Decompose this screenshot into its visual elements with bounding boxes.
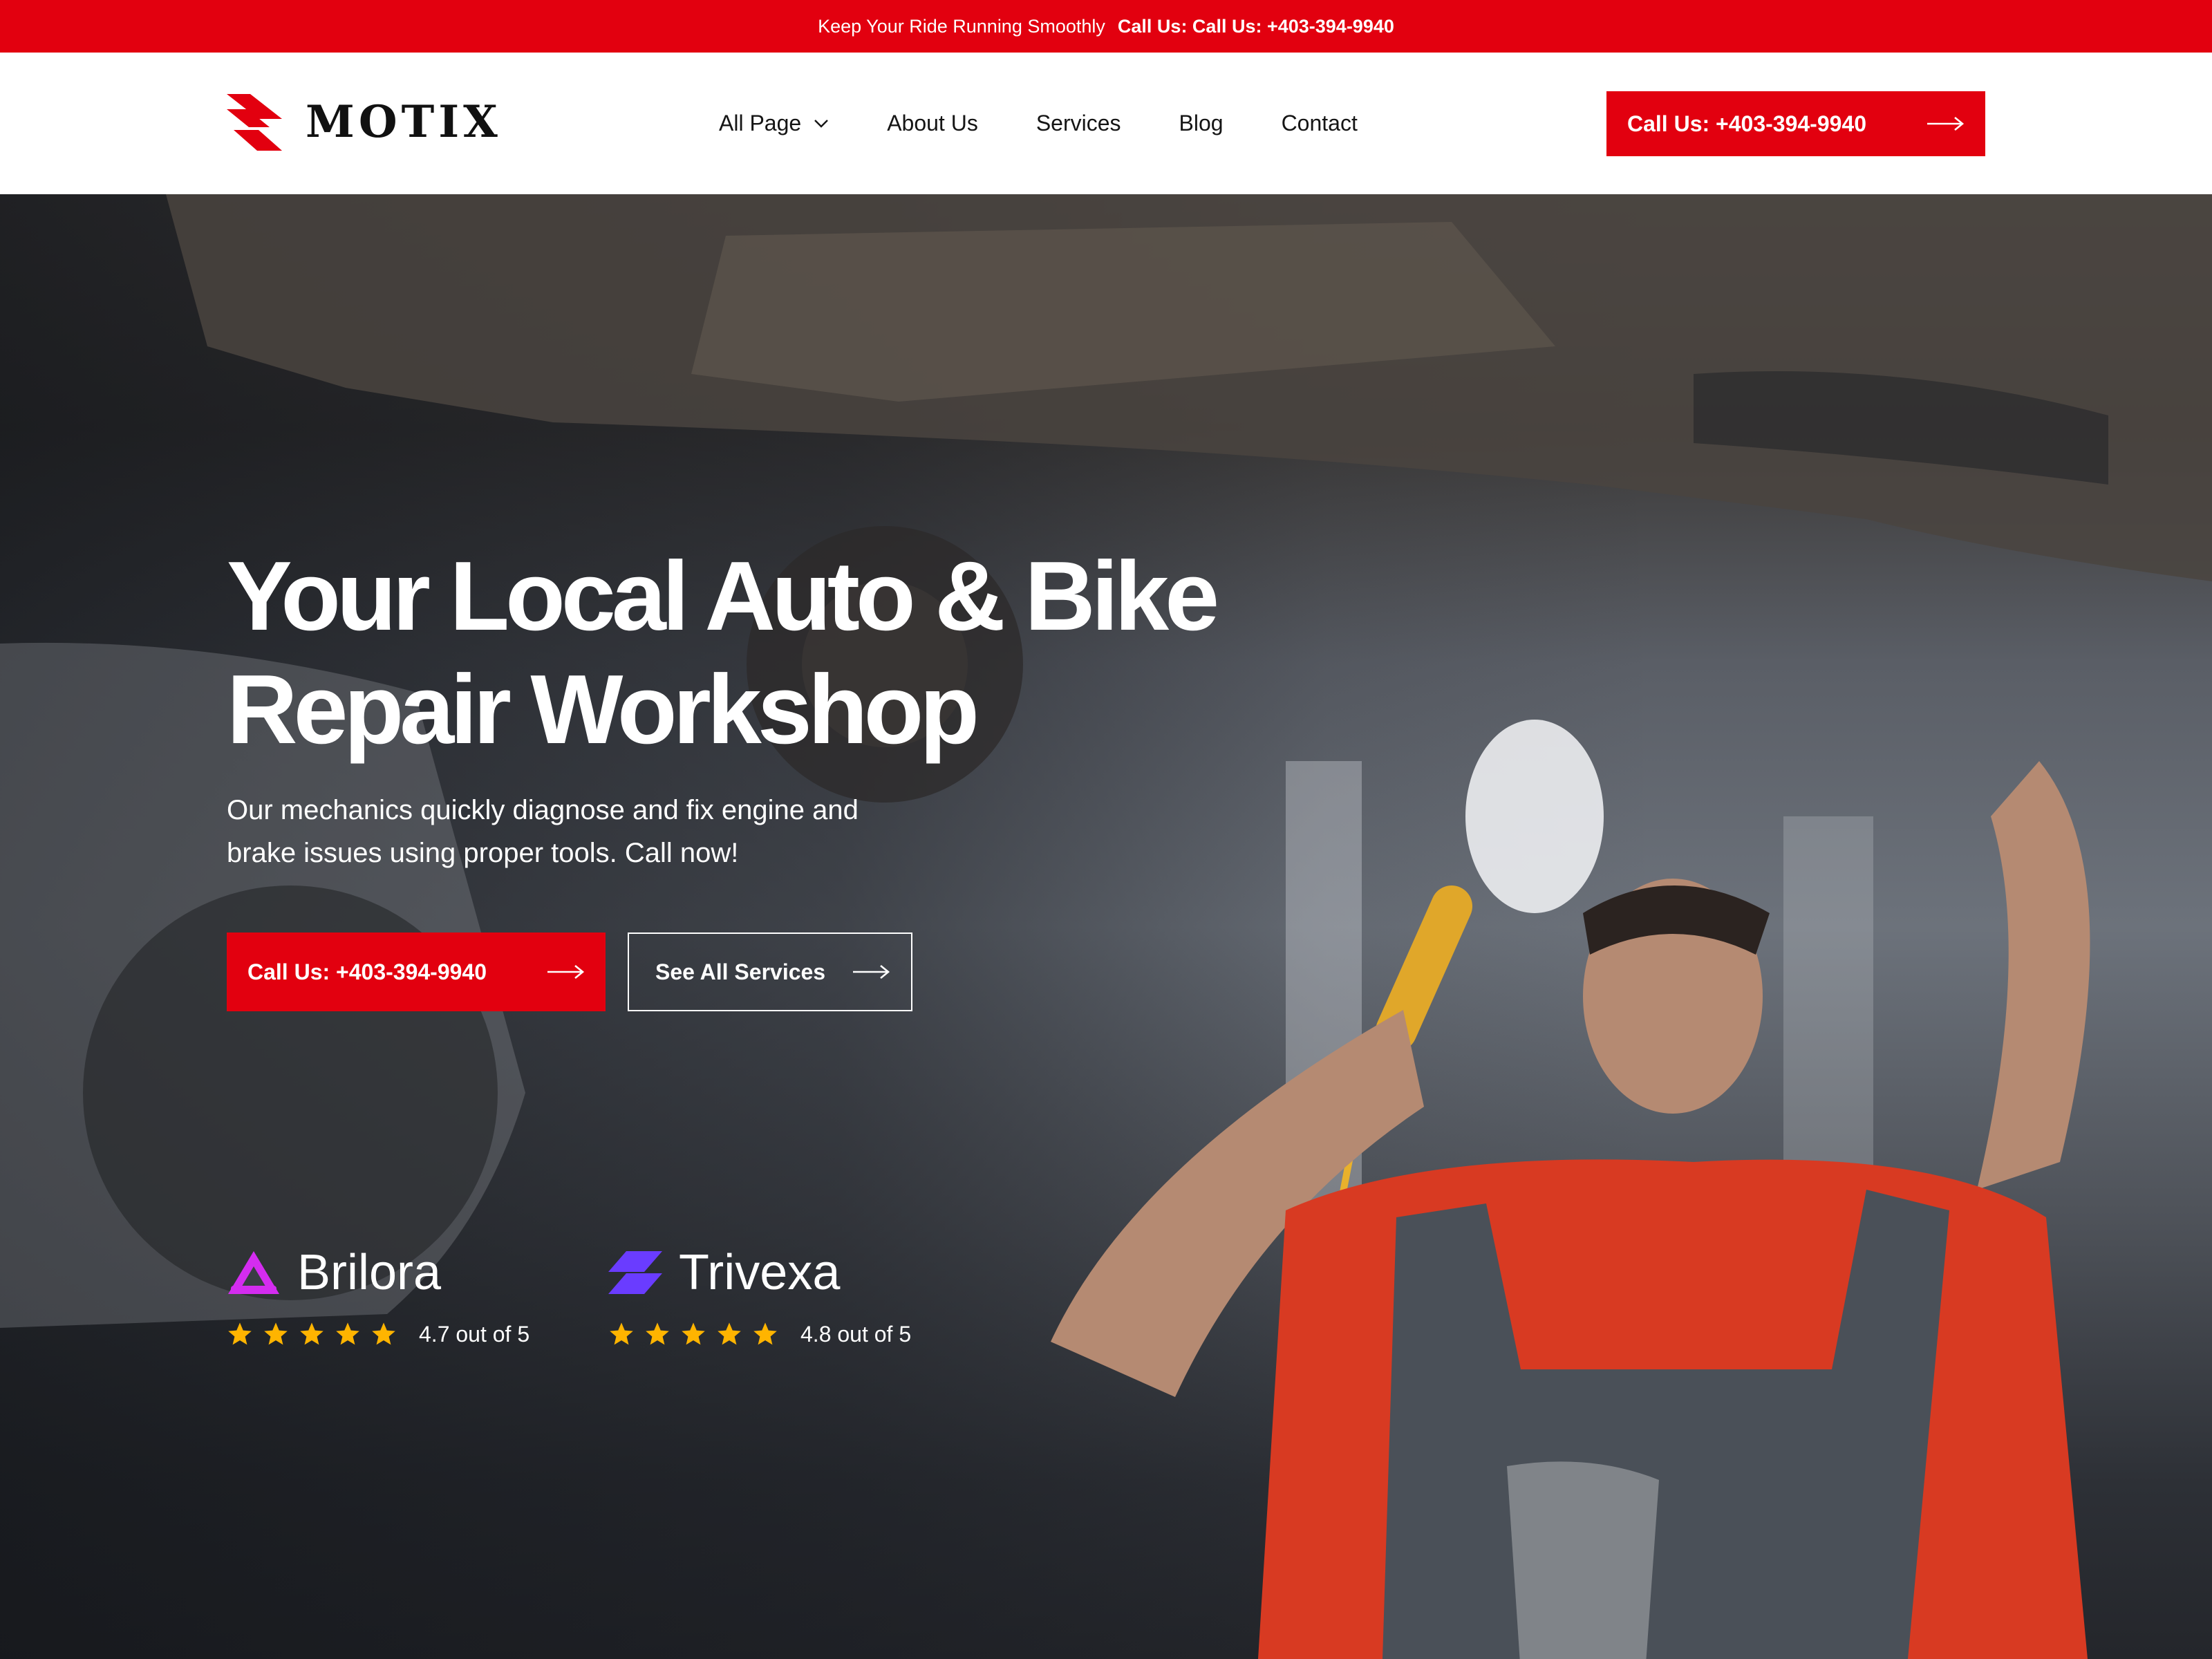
logo-mark-icon: [227, 94, 282, 151]
nav-item-blog[interactable]: Blog: [1179, 111, 1224, 136]
hero-subtitle-line-1: Our mechanics quickly diagnose and fix e…: [227, 795, 859, 825]
stars-row: 4.7 out of 5: [227, 1321, 529, 1347]
brand-brilora: Brilora: [227, 1245, 529, 1300]
hero-title: Your Local Auto & Bike Repair Workshop: [227, 540, 1264, 767]
star-icon: [336, 1322, 359, 1345]
star-icon: [682, 1322, 705, 1345]
main-nav: All Page About Us Services Blog Contact: [719, 53, 1358, 194]
star-icon: [264, 1322, 288, 1345]
brand-name: Trivexa: [679, 1245, 841, 1300]
star-icon: [718, 1322, 741, 1345]
nav-item-about-us[interactable]: About Us: [887, 111, 978, 136]
chevron-down-icon: [814, 119, 829, 128]
brand-trivexa: Trivexa: [608, 1245, 911, 1300]
hero-subtitle: Our mechanics quickly diagnose and fix e…: [227, 789, 918, 874]
stars: [227, 1321, 397, 1347]
nav-item-all-page[interactable]: All Page: [719, 111, 829, 136]
header-call-button[interactable]: Call Us: +403-394-9940: [1606, 91, 1985, 156]
hero-subtitle-line-2: brake issues using proper tools. Call no…: [227, 838, 739, 868]
logo-text: MOTIX: [306, 96, 502, 148]
nav-item-label: Services: [1035, 111, 1121, 135]
arrow-right-icon: [853, 964, 890, 980]
rating-trivexa: Trivexa 4.8 out of 5: [608, 1245, 911, 1347]
hero-section: Your Local Auto & Bike Repair Workshop O…: [0, 194, 2212, 1659]
hero-background-image: [0, 194, 2212, 1659]
nav-item-label: All Page: [719, 111, 802, 135]
site-header: MOTIX All Page About Us Services Blog Co…: [0, 53, 2212, 194]
stars: [608, 1321, 778, 1347]
star-icon: [646, 1322, 669, 1345]
nav-item-label: Contact: [1281, 111, 1358, 135]
header-call-label: Call Us: +403-394-9940: [1627, 111, 1866, 136]
star-icon: [300, 1322, 324, 1345]
star-icon: [228, 1322, 252, 1345]
announcement-tagline: Keep Your Ride Running Smoothly: [818, 15, 1105, 37]
hero-title-line-2: Repair Workshop: [227, 655, 980, 765]
stars-row: 4.8 out of 5: [608, 1321, 911, 1347]
announcement-bar: Keep Your Ride Running Smoothly Call Us:…: [0, 0, 2212, 53]
trivexa-logo-icon: [608, 1251, 662, 1294]
nav-item-label: Blog: [1179, 111, 1224, 135]
star-icon: [753, 1322, 777, 1345]
nav-item-services[interactable]: Services: [1036, 111, 1121, 136]
see-all-services-label: See All Services: [655, 959, 826, 984]
arrow-right-icon: [547, 964, 585, 980]
nav-item-label: About Us: [887, 111, 978, 135]
rating-score: 4.8 out of 5: [800, 1321, 912, 1347]
announcement-phone[interactable]: Call Us: Call Us: +403-394-9940: [1118, 16, 1394, 37]
hero-call-button[interactable]: Call Us: +403-394-9940: [227, 932, 606, 1011]
brand-name: Brilora: [297, 1245, 442, 1300]
star-icon: [610, 1322, 633, 1345]
see-all-services-button[interactable]: See All Services: [628, 932, 912, 1011]
rating-score: 4.7 out of 5: [419, 1321, 530, 1347]
arrow-right-icon: [1927, 116, 1965, 131]
brilora-logo-icon: [228, 1251, 279, 1294]
hero-call-label: Call Us: +403-394-9940: [247, 959, 487, 984]
hero-title-line-1: Your Local Auto & Bike: [227, 541, 1219, 651]
nav-item-contact[interactable]: Contact: [1282, 111, 1358, 136]
rating-brilora: Brilora 4.7 out of 5: [227, 1245, 529, 1347]
star-icon: [372, 1322, 395, 1345]
site-logo[interactable]: MOTIX: [227, 94, 502, 151]
